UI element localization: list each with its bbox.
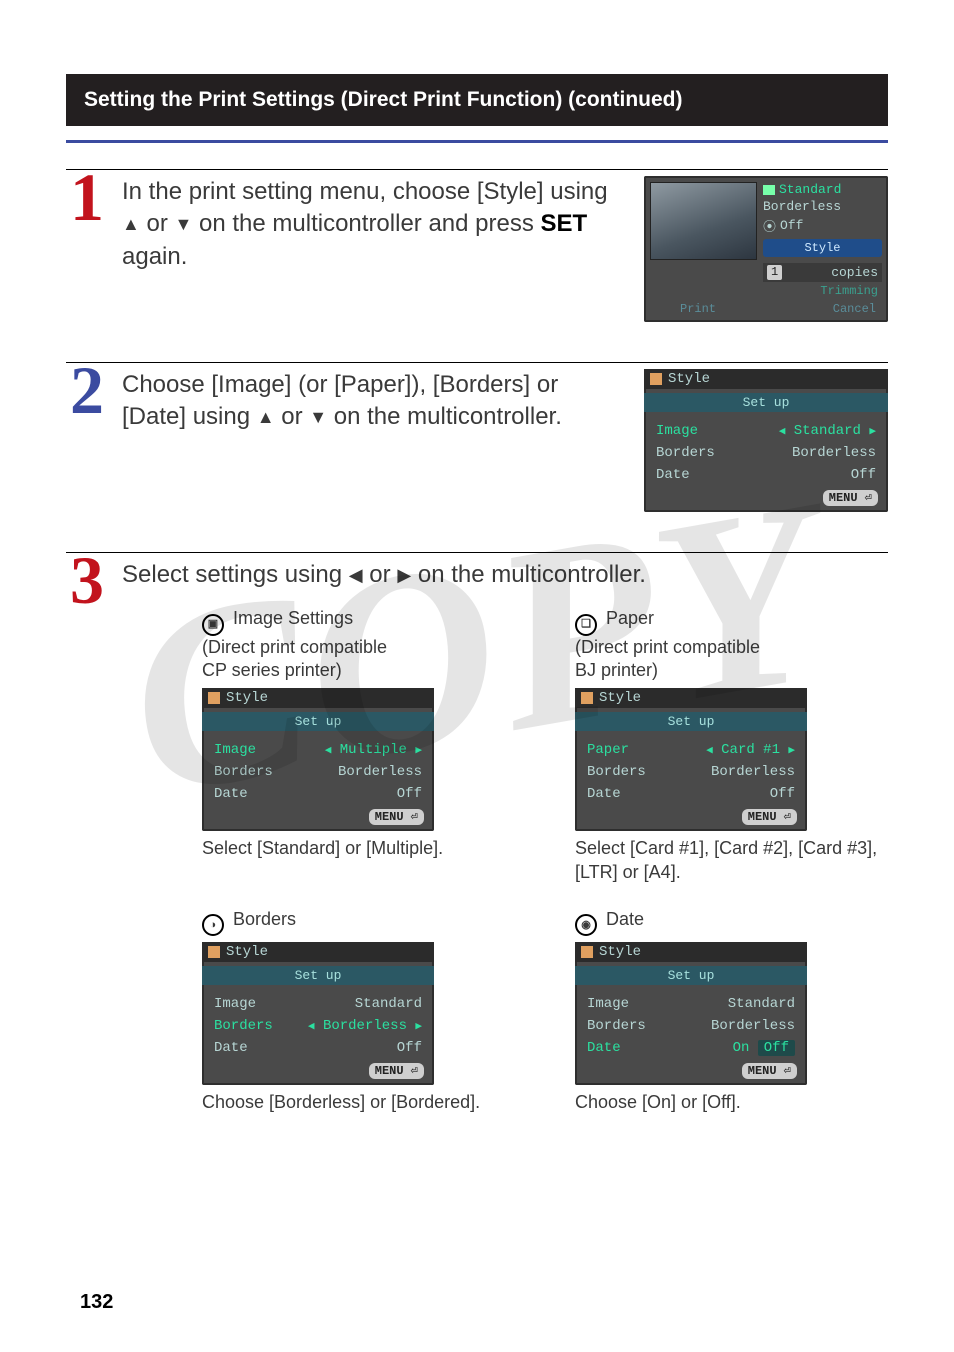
caption: Borders <box>228 909 296 929</box>
left-arrow-icon: ◀ <box>349 566 363 584</box>
right-arrow-icon: ▶ <box>869 426 876 438</box>
lcd-row-date: Date Off <box>650 464 882 486</box>
lcd-cancel-label: Cancel <box>833 302 876 316</box>
lcd-row-image: Image ◀ Standard ▶ <box>650 420 882 442</box>
step-2: 2 Choose [Image] (or [Paper]), [Borders]… <box>66 362 888 512</box>
step-1: 1 In the print setting menu, choose [Sty… <box>66 169 888 322</box>
manual-page: COPY Setting the Print Settings (Direct … <box>0 0 954 1352</box>
lcd-title-icon <box>581 946 593 958</box>
caption-bottom: Select [Standard] or [Multiple]. <box>202 837 515 860</box>
lcd-option-borderless: Borderless <box>763 199 882 214</box>
lcd-title-icon <box>208 946 220 958</box>
caption-bottom: Choose [Borderless] or [Bordered]. <box>202 1091 515 1114</box>
cell-date: ◉ Date Style Set up ImageStandard Border… <box>575 908 888 1115</box>
lcd-trimming-label: Trimming <box>763 284 882 298</box>
text-part: or <box>363 561 398 588</box>
lcd-title-icon <box>581 692 593 704</box>
lcd-option-off: ⦿Off <box>763 216 882 235</box>
section-header-text: Setting the Print Settings (Direct Print… <box>84 88 682 111</box>
lcd-paper: Style Set up Paper◀ Card #1 ▶ BordersBor… <box>575 688 807 831</box>
lcd-setup-bar: Set up <box>644 393 888 412</box>
caption: (Direct print compatible <box>202 637 387 657</box>
caption: Paper <box>601 608 654 628</box>
step-1-lcd: Standard Borderless ⦿Off Style 1 copies … <box>644 176 888 322</box>
step-1-rule <box>66 169 888 170</box>
step-2-rule <box>66 362 888 363</box>
down-arrow-icon: ▼ <box>175 215 193 233</box>
section-header: Setting the Print Settings (Direct Print… <box>66 74 888 126</box>
up-arrow-icon: ▲ <box>257 408 275 426</box>
caption: CP series printer) <box>202 660 342 680</box>
cell-borders: ◑ Borders Style Set up ImageStandard Bor… <box>202 908 515 1115</box>
step-2-number: 2 <box>62 362 112 420</box>
step-2-lcd: Style Set up Image ◀ Standard ▶ Borders … <box>644 369 888 512</box>
step-2-text: Choose [Image] (or [Paper]), [Borders] o… <box>122 369 624 434</box>
cell-paper: ❑ Paper (Direct print compatible BJ prin… <box>575 607 888 884</box>
lcd-title-icon <box>650 373 662 385</box>
lcd-menu-button: MENU ⏎ <box>823 490 878 506</box>
step-3-rule <box>66 552 888 553</box>
lcd-borders: Style Set up ImageStandard Borders◀ Bord… <box>202 942 434 1085</box>
text-part: on the multicontroller. <box>327 403 562 430</box>
paper-icon: ❑ <box>575 614 597 636</box>
caption: Date <box>601 909 644 929</box>
image-settings-icon: ▣ <box>202 614 224 636</box>
date-icon: ◉ <box>575 914 597 936</box>
step-1-number: 1 <box>62 169 112 227</box>
text-part: Select settings using <box>122 561 349 588</box>
caption-bottom: Select [Card #1], [Card #2], [Card #3], … <box>575 837 888 884</box>
lcd-title-icon <box>208 692 220 704</box>
check-icon <box>763 185 775 195</box>
lcd-thumbnail <box>650 182 757 260</box>
lcd-option-standard: Standard <box>763 182 882 197</box>
lcd-title: Style <box>668 371 710 387</box>
step-1-text: In the print setting menu, choose [Style… <box>122 176 624 273</box>
text-part: In the print setting menu, choose [Style… <box>122 178 608 205</box>
caption: Image Settings <box>228 608 353 628</box>
lcd-copies-label: copies <box>831 265 878 280</box>
text-part: on the multicontroller and press <box>192 210 540 237</box>
caption: BJ printer) <box>575 660 658 680</box>
text-part: on the multicontroller. <box>411 561 646 588</box>
step-3-heading: Select settings using ◀ or ▶ on the mult… <box>122 559 888 591</box>
lcd-image: Style Set up Image◀ Multiple ▶ BordersBo… <box>202 688 434 831</box>
page-number: 132 <box>80 1291 113 1314</box>
text-part: or <box>140 210 175 237</box>
text-part: again. <box>122 243 187 270</box>
header-rule <box>66 140 888 143</box>
text-part: or <box>275 403 310 430</box>
cell-image-settings: ▣ Image Settings (Direct print compatibl… <box>202 607 515 884</box>
lcd-copies-row: 1 copies <box>763 263 882 282</box>
lcd-style-button: Style <box>763 239 882 257</box>
step-3: 3 Select settings using ◀ or ▶ on the mu… <box>66 552 888 1115</box>
left-arrow-icon: ◀ <box>779 426 786 438</box>
down-arrow-icon: ▼ <box>309 408 327 426</box>
lcd-row-borders: Borders Borderless <box>650 442 882 464</box>
caption-bottom: Choose [On] or [Off]. <box>575 1091 888 1114</box>
set-label: SET <box>541 210 588 237</box>
borders-icon: ◑ <box>202 914 224 936</box>
right-arrow-icon: ▶ <box>397 566 411 584</box>
lcd-print-label: Print <box>680 302 716 316</box>
lcd-date: Style Set up ImageStandard BordersBorder… <box>575 942 807 1085</box>
step-3-number: 3 <box>62 552 112 610</box>
lcd-copies-count: 1 <box>767 265 782 280</box>
up-arrow-icon: ▲ <box>122 215 140 233</box>
caption: (Direct print compatible <box>575 637 760 657</box>
